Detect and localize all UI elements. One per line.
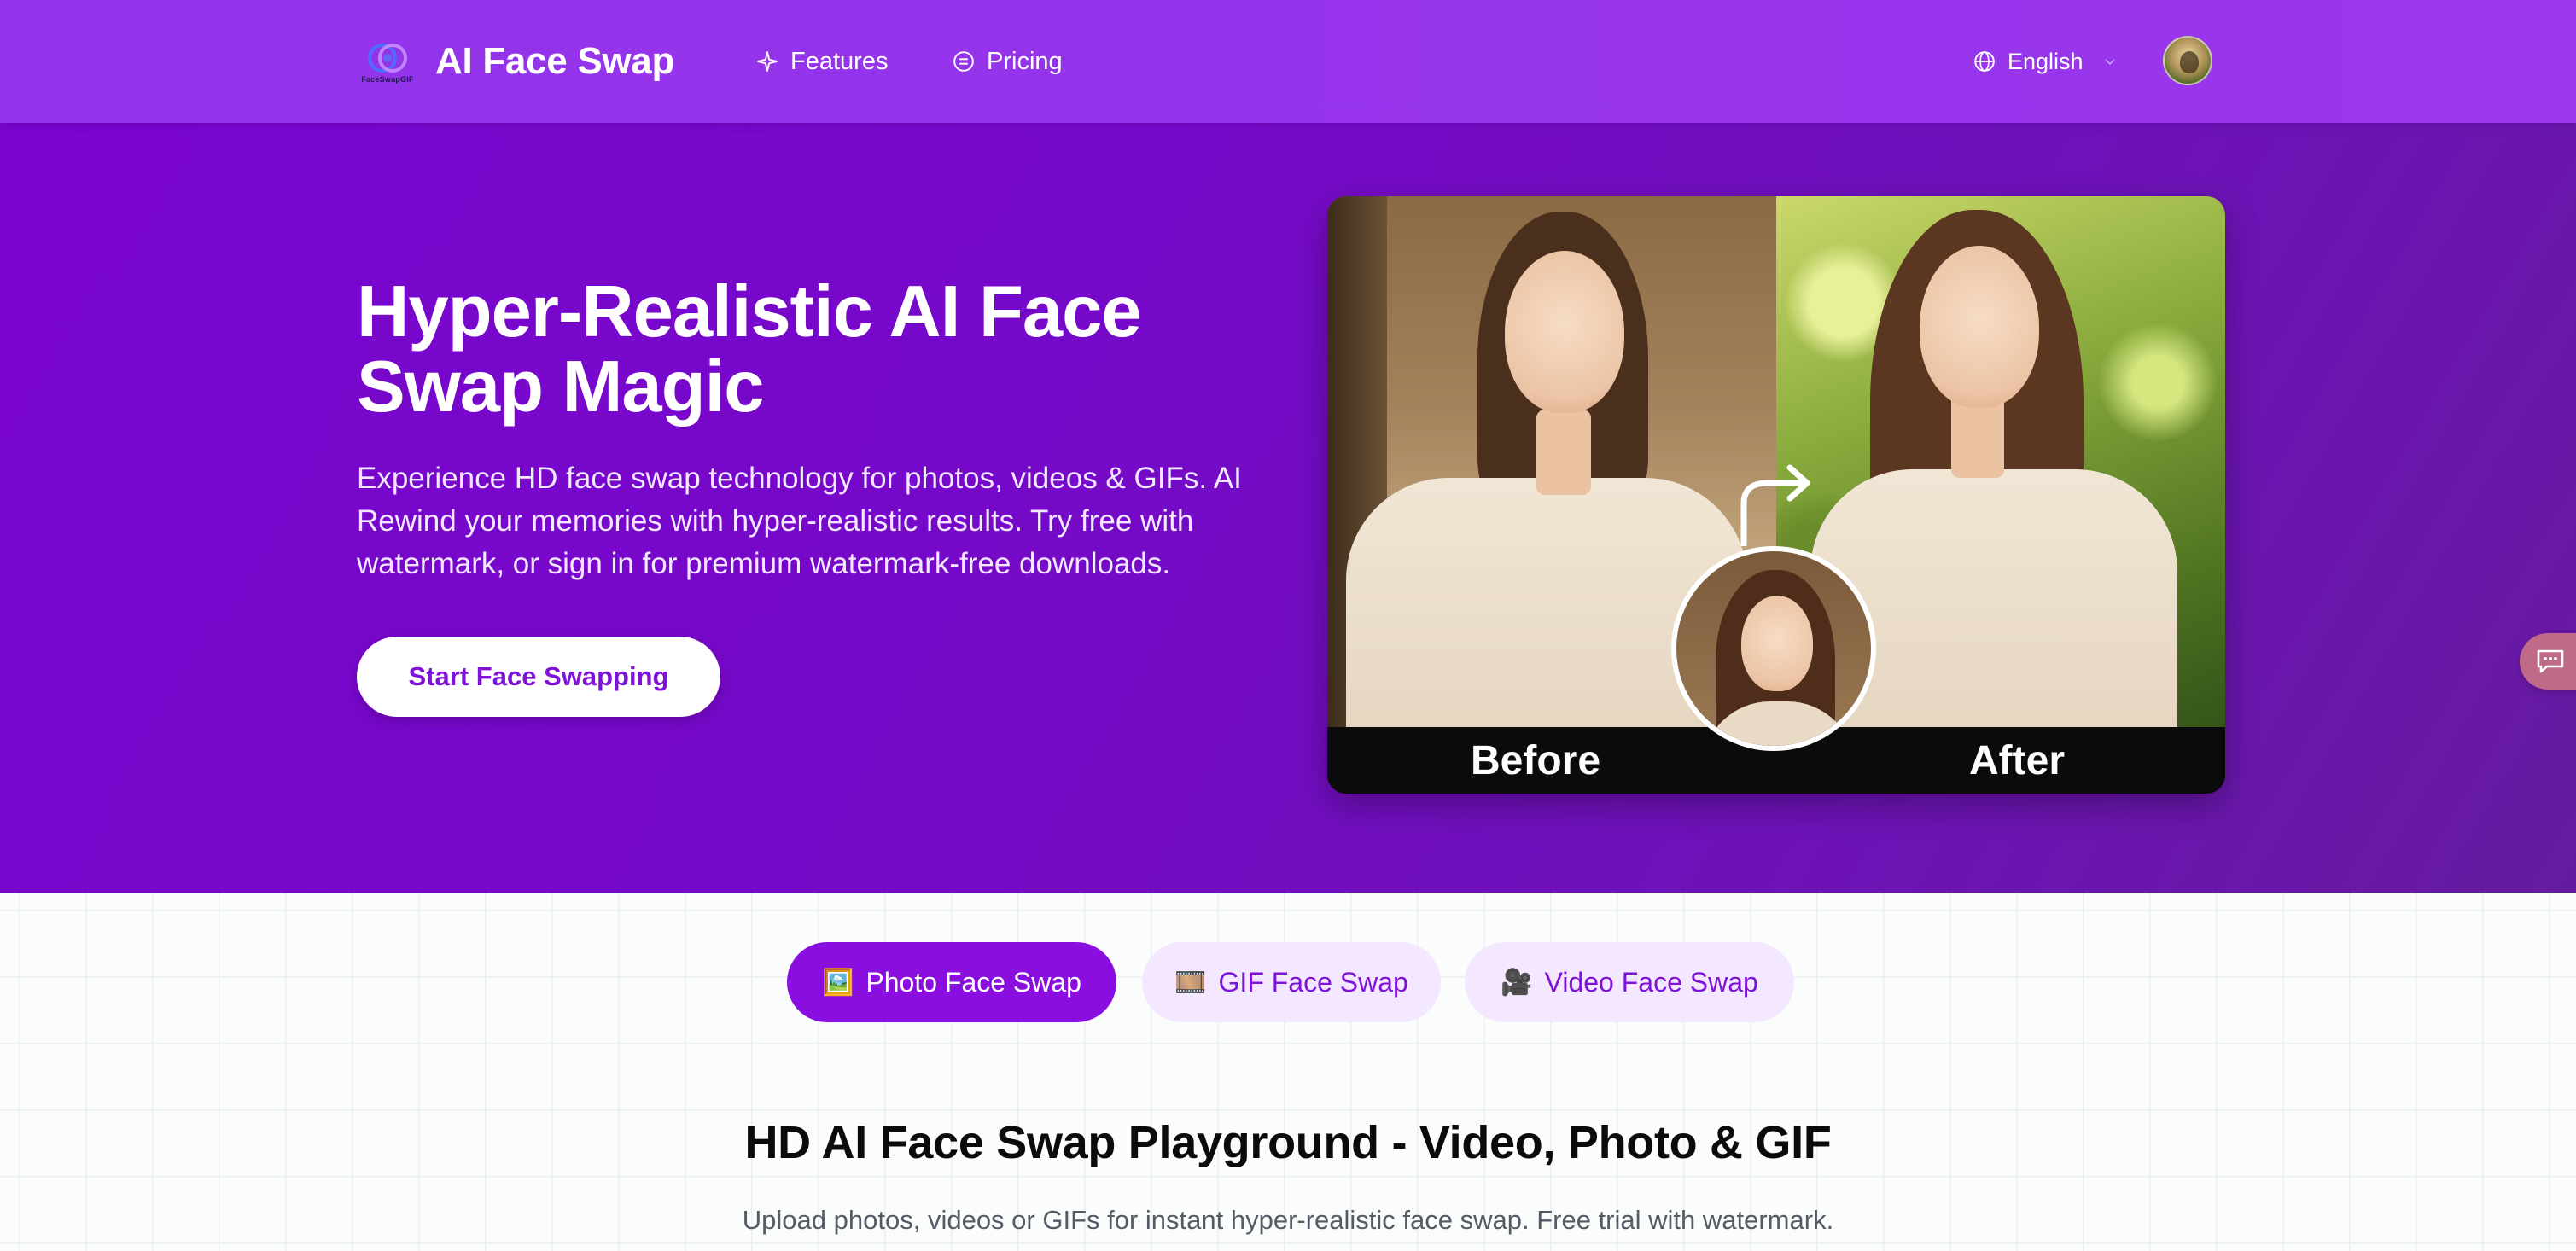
- hero-section: Hyper-Realistic AI Face Swap Magic Exper…: [0, 123, 2576, 893]
- start-face-swapping-button[interactable]: Start Face Swapping: [357, 637, 720, 717]
- tab-video-label: Video Face Swap: [1544, 966, 1758, 998]
- chevron-down-icon: [2104, 59, 2115, 66]
- chat-support-tab[interactable]: [2520, 633, 2576, 690]
- hero-description: Experience HD face swap technology for p…: [357, 462, 1242, 580]
- playground-section: 🖼️ Photo Face Swap 🎞️ GIF Face Swap 🎥 Vi…: [0, 893, 2576, 1251]
- tab-gif-label: GIF Face Swap: [1218, 966, 1408, 998]
- list-circle-icon: [953, 51, 974, 72]
- globe-icon: [1974, 51, 1995, 72]
- brand-name[interactable]: AI Face Swap: [435, 38, 674, 85]
- chat-bubble-icon: [2537, 649, 2564, 673]
- nav-features[interactable]: Features: [756, 41, 888, 82]
- picture-icon: 🖼️: [822, 967, 854, 998]
- source-face-thumbnail: [1671, 546, 1876, 751]
- hero-title: Hyper-Realistic AI Face Swap Magic: [357, 271, 1142, 428]
- top-navbar: FaceSwapGIF AI Face Swap Features Pricin…: [0, 0, 2576, 123]
- playground-title: HD AI Face Swap Playground - Video, Phot…: [744, 1117, 1832, 1168]
- language-selector[interactable]: English: [1973, 41, 2118, 82]
- logo-caption: FaceSwapGIF: [361, 75, 414, 84]
- tab-photo-face-swap[interactable]: 🖼️ Photo Face Swap: [787, 942, 1116, 1022]
- after-label: After: [1969, 738, 2066, 783]
- language-label: English: [2008, 48, 2084, 74]
- before-after-image: Before After: [1327, 196, 2225, 794]
- curved-arrow-icon: [1740, 464, 1810, 546]
- logo-icon: [368, 44, 407, 73]
- film-frames-icon: 🎞️: [1174, 967, 1207, 998]
- logo[interactable]: FaceSwapGIF: [357, 34, 418, 89]
- playground-subtitle: Upload photos, videos or GIFs for instan…: [742, 1205, 1834, 1235]
- user-avatar[interactable]: [2163, 36, 2212, 85]
- nav-pricing-label: Pricing: [987, 47, 1063, 75]
- tab-photo-label: Photo Face Swap: [865, 966, 1081, 998]
- movie-camera-icon: 🎥: [1501, 967, 1533, 998]
- sparkle-icon: [757, 51, 778, 72]
- nav-pricing[interactable]: Pricing: [953, 41, 1063, 82]
- before-label: Before: [1471, 738, 1601, 783]
- tab-video-face-swap[interactable]: 🎥 Video Face Swap: [1465, 942, 1794, 1022]
- nav-features-label: Features: [790, 47, 889, 75]
- tab-gif-face-swap[interactable]: 🎞️ GIF Face Swap: [1142, 942, 1441, 1022]
